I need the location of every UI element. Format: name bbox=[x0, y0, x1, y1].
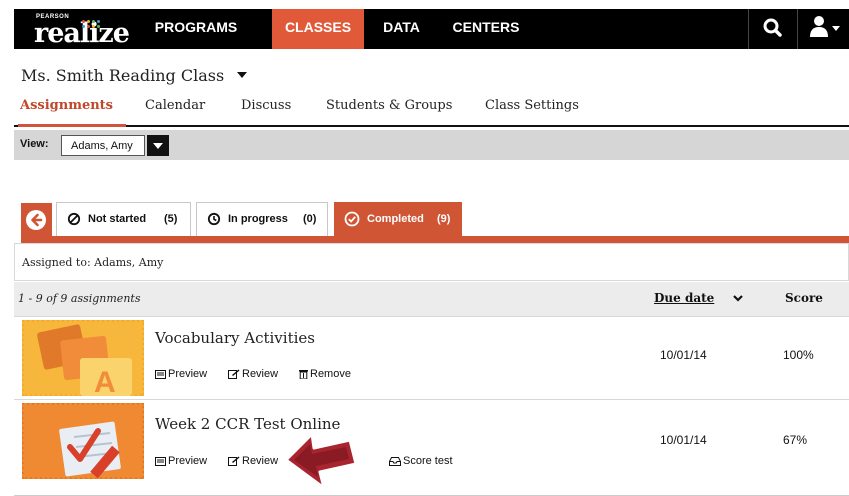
tab-in-progress-label: In progress bbox=[228, 213, 288, 225]
score: 67% bbox=[783, 433, 808, 447]
assignment-thumbnail[interactable]: A bbox=[22, 320, 144, 396]
top-navigation-bar: PEARSON realize PROGRAMS CLASSES DATA CE… bbox=[14, 9, 849, 49]
view-label: View: bbox=[20, 138, 49, 150]
tab-calendar[interactable]: Calendar bbox=[145, 98, 205, 113]
status-tabs-strip bbox=[21, 236, 849, 243]
trash-icon bbox=[299, 370, 308, 380]
review-label: Review bbox=[242, 368, 279, 380]
preview-label: Preview bbox=[168, 455, 208, 467]
score-header: Score bbox=[785, 291, 823, 305]
preview-button[interactable]: Preview bbox=[155, 368, 207, 380]
chevron-down-icon[interactable] bbox=[731, 291, 745, 305]
score-test-label: Score test bbox=[403, 455, 453, 467]
preview-label: Preview bbox=[168, 368, 208, 380]
class-dropdown-caret-icon[interactable] bbox=[237, 72, 247, 78]
remove-button[interactable]: Remove bbox=[299, 368, 351, 380]
nav-classes[interactable]: CLASSES bbox=[272, 9, 364, 49]
tab-divider bbox=[14, 125, 849, 127]
tab-assignments[interactable]: Assignments bbox=[20, 98, 113, 113]
tab-in-progress[interactable]: In progress (0) bbox=[196, 202, 328, 238]
preview-icon bbox=[155, 369, 166, 379]
table-row: Week 2 CCR Test Online Preview Review Sc… bbox=[14, 399, 849, 496]
assigned-to-row: Assigned to: Adams, Amy bbox=[14, 243, 849, 281]
inbox-icon bbox=[389, 456, 401, 466]
back-button[interactable] bbox=[21, 203, 52, 237]
review-button[interactable]: Review bbox=[228, 455, 278, 467]
tab-students-groups[interactable]: Students & Groups bbox=[326, 98, 452, 113]
active-tab-indicator bbox=[18, 124, 126, 127]
due-date: 10/01/14 bbox=[660, 433, 707, 447]
user-menu-button[interactable] bbox=[798, 9, 849, 49]
back-arrow-icon bbox=[26, 210, 46, 230]
chevron-down-icon[interactable] bbox=[147, 135, 169, 156]
prohibited-icon bbox=[67, 212, 81, 226]
clock-icon bbox=[207, 212, 221, 226]
preview-button[interactable]: Preview bbox=[155, 455, 207, 467]
nav-centers[interactable]: CENTERS bbox=[439, 9, 533, 49]
view-bar: View: Adams, Amy bbox=[14, 130, 849, 160]
tab-in-progress-count: (0) bbox=[303, 213, 317, 225]
search-icon bbox=[763, 18, 782, 37]
student-select-value: Adams, Amy bbox=[71, 140, 133, 152]
tab-completed-count: (9) bbox=[437, 213, 451, 225]
assigned-to-text: Assigned to: Adams, Amy bbox=[22, 256, 164, 269]
tab-completed-label: Completed bbox=[367, 213, 424, 225]
nav-data[interactable]: DATA bbox=[364, 9, 439, 49]
review-label: Review bbox=[242, 455, 279, 467]
tab-completed[interactable]: Completed (9) bbox=[334, 202, 462, 238]
check-circle-icon bbox=[344, 211, 360, 227]
assignment-count: 1 - 9 of 9 assignments bbox=[18, 292, 141, 305]
score: 100% bbox=[783, 348, 814, 362]
edit-icon bbox=[228, 456, 240, 467]
review-button[interactable]: Review bbox=[228, 368, 278, 380]
tab-not-started-label: Not started bbox=[88, 213, 147, 225]
search-button[interactable] bbox=[749, 9, 797, 49]
sort-due-date[interactable]: Due date bbox=[654, 291, 714, 305]
logo-dots-icon bbox=[82, 20, 104, 30]
nav-programs[interactable]: PROGRAMS bbox=[151, 9, 241, 49]
student-select[interactable]: Adams, Amy bbox=[61, 135, 145, 156]
svg-text:A: A bbox=[94, 366, 116, 396]
remove-label: Remove bbox=[310, 368, 351, 380]
assignment-thumbnail[interactable] bbox=[22, 403, 144, 479]
pointer-arrow-icon bbox=[284, 432, 358, 490]
preview-icon bbox=[155, 456, 166, 466]
tab-class-settings[interactable]: Class Settings bbox=[485, 98, 579, 113]
class-title[interactable]: Ms. Smith Reading Class bbox=[21, 66, 224, 85]
class-tabs: Assignments Calendar Discuss Students & … bbox=[0, 94, 849, 124]
due-date: 10/01/14 bbox=[660, 348, 707, 362]
user-icon bbox=[810, 16, 840, 37]
table-row: A Vocabulary Activities Preview Review R… bbox=[14, 316, 849, 398]
score-test-button[interactable]: Score test bbox=[389, 455, 453, 467]
tab-not-started-count: (5) bbox=[164, 213, 178, 225]
tab-not-started[interactable]: Not started (5) bbox=[56, 202, 191, 238]
tab-discuss[interactable]: Discuss bbox=[241, 98, 291, 113]
edit-icon bbox=[228, 369, 240, 380]
assignment-title[interactable]: Vocabulary Activities bbox=[155, 329, 315, 347]
list-header: 1 - 9 of 9 assignments Due date Score bbox=[14, 282, 849, 316]
